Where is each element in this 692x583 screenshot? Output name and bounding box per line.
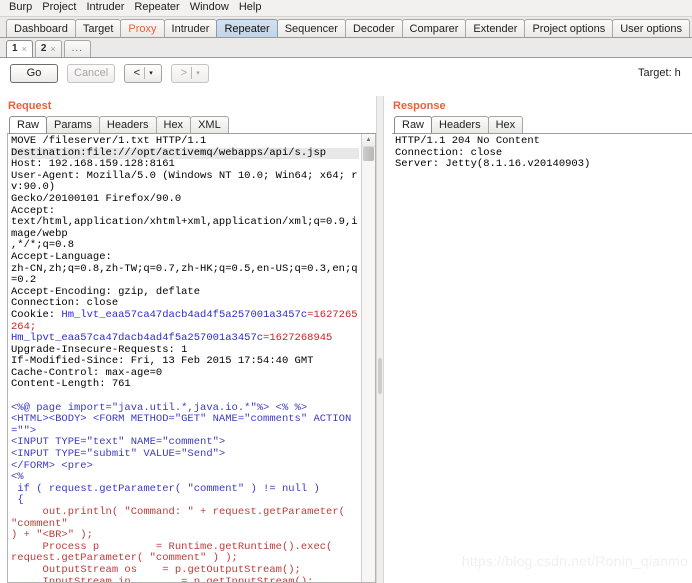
response-editor[interactable]: HTTP/1.1 204 No Content Connection: clos… xyxy=(392,134,692,583)
repeater-tab-1[interactable]: 1 × xyxy=(6,40,33,57)
request-subtab-headers[interactable]: Headers xyxy=(98,116,157,133)
request-vertical-scrollbar[interactable]: ▲ xyxy=(361,134,375,582)
menu-bar: Burp Project Intruder Repeater Window He… xyxy=(0,0,692,17)
cancel-button[interactable]: Cancel xyxy=(67,63,116,83)
repeater-tab-more[interactable]: ... xyxy=(63,40,91,57)
repeater-tab-2[interactable]: 2 × xyxy=(34,40,62,57)
pane-splitter[interactable] xyxy=(376,96,384,583)
tab-project-options[interactable]: Project options xyxy=(524,19,614,37)
tab-extender[interactable]: Extender xyxy=(465,19,526,37)
request-pane: Request Raw Params Headers Hex XML MOVE … xyxy=(0,96,376,583)
request-subtab-params[interactable]: Params xyxy=(46,116,100,133)
response-subtab-raw[interactable]: Raw xyxy=(394,116,433,133)
request-subtab-bar: Raw Params Headers Hex XML xyxy=(7,116,376,134)
tab-sequencer[interactable]: Sequencer xyxy=(276,19,346,37)
menu-item-burp[interactable]: Burp xyxy=(4,0,37,16)
tab-user-options[interactable]: User options xyxy=(612,19,690,37)
request-title: Request xyxy=(8,100,52,112)
request-subtab-xml[interactable]: XML xyxy=(190,116,229,133)
repeater-tab-2-label: 2 xyxy=(40,43,47,54)
scrollbar-thumb[interactable] xyxy=(363,147,374,161)
menu-item-window[interactable]: Window xyxy=(185,0,234,16)
request-editor[interactable]: MOVE /fileserver/1.txt HTTP/1.1 Destinat… xyxy=(8,134,361,582)
close-icon[interactable]: × xyxy=(50,41,55,57)
menu-item-repeater[interactable]: Repeater xyxy=(129,0,184,16)
response-pane: Response Raw Headers Hex HTTP/1.1 204 No… xyxy=(384,96,692,583)
target-label: Target: h xyxy=(638,67,681,79)
button-divider xyxy=(191,67,193,79)
response-editor-wrap: HTTP/1.1 204 No Content Connection: clos… xyxy=(392,134,692,583)
chevron-left-icon: < xyxy=(133,66,141,79)
repeater-tab-1-label: 1 xyxy=(12,43,18,54)
response-subtab-hex[interactable]: Hex xyxy=(487,116,524,133)
editor-panes: Request Raw Params Headers Hex XML MOVE … xyxy=(0,96,692,583)
response-subtab-headers[interactable]: Headers xyxy=(431,116,489,133)
chevron-down-icon: ▾ xyxy=(196,69,200,77)
tab-dashboard[interactable]: Dashboard xyxy=(6,19,76,37)
close-icon[interactable]: × xyxy=(22,41,27,57)
chevron-right-icon: > xyxy=(180,66,188,79)
repeater-toolbar: Go Cancel < ▾ > ▾ Target: h xyxy=(0,58,692,88)
scrollbar-track[interactable] xyxy=(362,161,375,582)
menu-item-project[interactable]: Project xyxy=(37,0,81,16)
menu-item-help[interactable]: Help xyxy=(234,0,267,16)
tab-decoder[interactable]: Decoder xyxy=(344,19,403,37)
repeater-tab-bar: 1 × 2 × ... xyxy=(0,38,692,58)
tab-target[interactable]: Target xyxy=(74,19,122,37)
tab-proxy[interactable]: Proxy xyxy=(120,19,165,37)
main-tab-bar: Dashboard Target Proxy Intruder Repeater… xyxy=(0,17,692,38)
response-title: Response xyxy=(393,100,446,112)
tab-intruder[interactable]: Intruder xyxy=(163,19,218,37)
request-editor-wrap: MOVE /fileserver/1.txt HTTP/1.1 Destinat… xyxy=(7,134,376,583)
tab-comparer[interactable]: Comparer xyxy=(401,19,467,37)
response-subtab-bar: Raw Headers Hex xyxy=(392,116,692,134)
scroll-up-icon[interactable]: ▲ xyxy=(362,134,375,147)
button-divider xyxy=(144,67,146,79)
request-subtab-hex[interactable]: Hex xyxy=(155,116,192,133)
request-subtab-raw[interactable]: Raw xyxy=(9,116,48,133)
go-button[interactable]: Go xyxy=(10,63,58,83)
back-button[interactable]: < ▾ xyxy=(124,63,163,83)
menu-item-intruder[interactable]: Intruder xyxy=(82,0,130,16)
tab-repeater[interactable]: Repeater xyxy=(216,19,278,37)
splitter-grip[interactable] xyxy=(378,358,382,394)
forward-button[interactable]: > ▾ xyxy=(171,63,210,83)
chevron-down-icon: ▾ xyxy=(149,69,153,77)
